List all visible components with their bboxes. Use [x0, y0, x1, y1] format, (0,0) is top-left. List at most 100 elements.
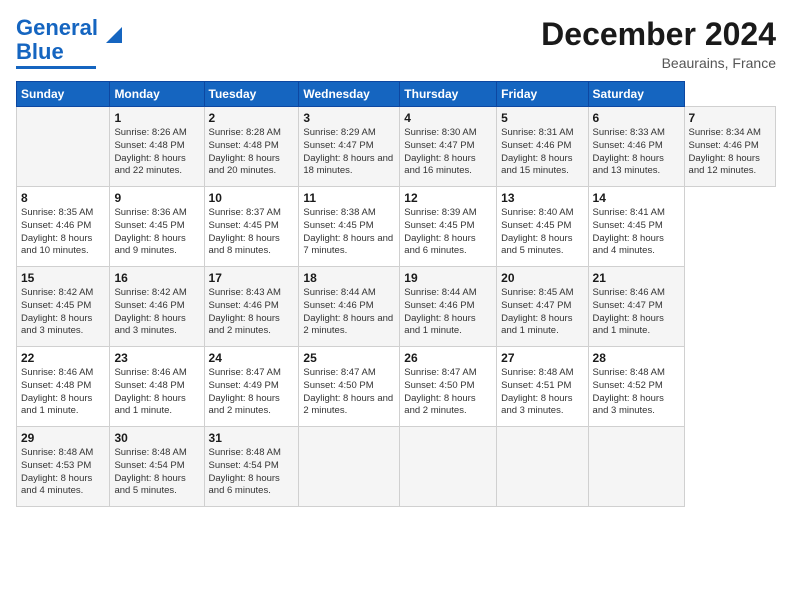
- day-info: Sunrise: 8:46 AMSunset: 4:48 PMDaylight:…: [21, 367, 105, 418]
- calendar-cell: 25 Sunrise: 8:47 AMSunset: 4:50 PMDayligh…: [299, 347, 400, 427]
- calendar-day-header: Monday: [110, 82, 204, 107]
- day-info: Sunrise: 8:42 AMSunset: 4:45 PMDaylight:…: [21, 287, 105, 338]
- day-number: 22: [21, 351, 105, 365]
- day-info: Sunrise: 8:42 AMSunset: 4:46 PMDaylight:…: [114, 287, 199, 338]
- day-info: Sunrise: 8:28 AMSunset: 4:48 PMDaylight:…: [209, 127, 295, 178]
- calendar-cell: 10 Sunrise: 8:37 AMSunset: 4:45 PMDayligh…: [204, 187, 299, 267]
- day-number: 27: [501, 351, 583, 365]
- day-number: 14: [593, 191, 680, 205]
- title-block: December 2024 Beaurains, France: [541, 16, 776, 71]
- day-number: 21: [593, 271, 680, 285]
- day-number: 29: [21, 431, 105, 445]
- calendar-week-row: 22 Sunrise: 8:46 AMSunset: 4:48 PMDayligh…: [17, 347, 776, 427]
- calendar-cell: 16 Sunrise: 8:42 AMSunset: 4:46 PMDayligh…: [110, 267, 204, 347]
- calendar-cell: [588, 427, 684, 507]
- day-info: Sunrise: 8:39 AMSunset: 4:45 PMDaylight:…: [404, 207, 492, 258]
- calendar-week-row: 8 Sunrise: 8:35 AMSunset: 4:46 PMDaylight…: [17, 187, 776, 267]
- calendar-cell: 26 Sunrise: 8:47 AMSunset: 4:50 PMDayligh…: [400, 347, 497, 427]
- calendar-cell: [497, 427, 588, 507]
- calendar-day-header: Tuesday: [204, 82, 299, 107]
- calendar-cell: 24Sunrise: 8:47 AMSunset: 4:49 PMDayligh…: [204, 347, 299, 427]
- day-number: 17: [209, 271, 295, 285]
- calendar-cell: 12 Sunrise: 8:39 AMSunset: 4:45 PMDayligh…: [400, 187, 497, 267]
- calendar-week-row: 1Sunrise: 8:26 AMSunset: 4:48 PMDaylight…: [17, 107, 776, 187]
- day-info: Sunrise: 8:35 AMSunset: 4:46 PMDaylight:…: [21, 207, 105, 258]
- calendar-cell: [17, 107, 110, 187]
- day-info: Sunrise: 8:47 AMSunset: 4:50 PMDaylight:…: [404, 367, 492, 418]
- day-number: 2: [209, 111, 295, 125]
- calendar-cell: 17 Sunrise: 8:43 AMSunset: 4:46 PMDayligh…: [204, 267, 299, 347]
- calendar-cell: 13 Sunrise: 8:40 AMSunset: 4:45 PMDayligh…: [497, 187, 588, 267]
- calendar-cell: 23Sunrise: 8:46 AMSunset: 4:48 PMDayligh…: [110, 347, 204, 427]
- day-number: 7: [689, 111, 771, 125]
- calendar-cell: 11Sunrise: 8:38 AMSunset: 4:45 PMDayligh…: [299, 187, 400, 267]
- calendar-cell: 15 Sunrise: 8:42 AMSunset: 4:45 PMDayligh…: [17, 267, 110, 347]
- calendar-cell: 14 Sunrise: 8:41 AMSunset: 4:45 PMDayligh…: [588, 187, 684, 267]
- calendar-week-row: 15 Sunrise: 8:42 AMSunset: 4:45 PMDayligh…: [17, 267, 776, 347]
- day-number: 6: [593, 111, 680, 125]
- day-number: 10: [209, 191, 295, 205]
- logo-underline: [16, 66, 96, 69]
- logo-icon: [100, 21, 128, 49]
- month-title: December 2024: [541, 16, 776, 53]
- calendar-cell: 4Sunrise: 8:30 AMSunset: 4:47 PMDaylight…: [400, 107, 497, 187]
- day-info: Sunrise: 8:48 AMSunset: 4:54 PMDaylight:…: [209, 447, 295, 498]
- calendar-cell: 29 Sunrise: 8:48 AMSunset: 4:53 PMDayligh…: [17, 427, 110, 507]
- calendar-cell: 18 Sunrise: 8:44 AMSunset: 4:46 PMDayligh…: [299, 267, 400, 347]
- day-info: Sunrise: 8:33 AMSunset: 4:46 PMDaylight:…: [593, 127, 680, 178]
- day-info: Sunrise: 8:48 AMSunset: 4:51 PMDaylight:…: [501, 367, 583, 418]
- day-number: 23: [114, 351, 199, 365]
- day-number: 19: [404, 271, 492, 285]
- day-info: Sunrise: 8:47 AMSunset: 4:50 PMDaylight:…: [303, 367, 395, 418]
- calendar-day-header: Saturday: [588, 82, 684, 107]
- calendar-cell: 5Sunrise: 8:31 AMSunset: 4:46 PMDaylight…: [497, 107, 588, 187]
- calendar-cell: 21 Sunrise: 8:46 AMSunset: 4:47 PMDayligh…: [588, 267, 684, 347]
- day-number: 8: [21, 191, 105, 205]
- day-info: Sunrise: 8:41 AMSunset: 4:45 PMDaylight:…: [593, 207, 680, 258]
- day-number: 13: [501, 191, 583, 205]
- page-container: General Blue December 2024 Beaurains, Fr…: [0, 0, 792, 515]
- calendar-cell: 28Sunrise: 8:48 AMSunset: 4:52 PMDayligh…: [588, 347, 684, 427]
- day-info: Sunrise: 8:40 AMSunset: 4:45 PMDaylight:…: [501, 207, 583, 258]
- logo: General Blue: [16, 16, 128, 69]
- day-info: Sunrise: 8:31 AMSunset: 4:46 PMDaylight:…: [501, 127, 583, 178]
- calendar-cell: [400, 427, 497, 507]
- calendar-cell: 19 Sunrise: 8:44 AMSunset: 4:46 PMDayligh…: [400, 267, 497, 347]
- calendar-cell: 3Sunrise: 8:29 AMSunset: 4:47 PMDaylight…: [299, 107, 400, 187]
- calendar-cell: 2 Sunrise: 8:28 AMSunset: 4:48 PMDaylight…: [204, 107, 299, 187]
- day-info: Sunrise: 8:47 AMSunset: 4:49 PMDaylight:…: [209, 367, 295, 418]
- day-number: 26: [404, 351, 492, 365]
- logo-text: General Blue: [16, 16, 98, 64]
- day-info: Sunrise: 8:44 AMSunset: 4:46 PMDaylight:…: [404, 287, 492, 338]
- day-number: 12: [404, 191, 492, 205]
- calendar-cell: 31 Sunrise: 8:48 AMSunset: 4:54 PMDayligh…: [204, 427, 299, 507]
- day-info: Sunrise: 8:36 AMSunset: 4:45 PMDaylight:…: [114, 207, 199, 258]
- calendar-cell: 30Sunrise: 8:48 AMSunset: 4:54 PMDayligh…: [110, 427, 204, 507]
- day-number: 30: [114, 431, 199, 445]
- day-info: Sunrise: 8:45 AMSunset: 4:47 PMDaylight:…: [501, 287, 583, 338]
- calendar-cell: 8 Sunrise: 8:35 AMSunset: 4:46 PMDaylight…: [17, 187, 110, 267]
- day-info: Sunrise: 8:43 AMSunset: 4:46 PMDaylight:…: [209, 287, 295, 338]
- day-number: 31: [209, 431, 295, 445]
- calendar-table: SundayMondayTuesdayWednesdayThursdayFrid…: [16, 81, 776, 507]
- day-info: Sunrise: 8:46 AMSunset: 4:47 PMDaylight:…: [593, 287, 680, 338]
- day-info: Sunrise: 8:44 AMSunset: 4:46 PMDaylight:…: [303, 287, 395, 338]
- calendar-cell: 22 Sunrise: 8:46 AMSunset: 4:48 PMDayligh…: [17, 347, 110, 427]
- day-number: 15: [21, 271, 105, 285]
- calendar-cell: 6 Sunrise: 8:33 AMSunset: 4:46 PMDaylight…: [588, 107, 684, 187]
- calendar-cell: 1Sunrise: 8:26 AMSunset: 4:48 PMDaylight…: [110, 107, 204, 187]
- day-number: 25: [303, 351, 395, 365]
- day-number: 9: [114, 191, 199, 205]
- day-number: 18: [303, 271, 395, 285]
- day-number: 16: [114, 271, 199, 285]
- day-info: Sunrise: 8:26 AMSunset: 4:48 PMDaylight:…: [114, 127, 199, 178]
- day-info: Sunrise: 8:30 AMSunset: 4:47 PMDaylight:…: [404, 127, 492, 178]
- day-info: Sunrise: 8:38 AMSunset: 4:45 PMDaylight:…: [303, 207, 395, 258]
- day-info: Sunrise: 8:37 AMSunset: 4:45 PMDaylight:…: [209, 207, 295, 258]
- calendar-day-header: Friday: [497, 82, 588, 107]
- day-info: Sunrise: 8:48 AMSunset: 4:53 PMDaylight:…: [21, 447, 105, 498]
- calendar-week-row: 29 Sunrise: 8:48 AMSunset: 4:53 PMDayligh…: [17, 427, 776, 507]
- day-info: Sunrise: 8:29 AMSunset: 4:47 PMDaylight:…: [303, 127, 395, 178]
- location: Beaurains, France: [541, 55, 776, 71]
- day-number: 20: [501, 271, 583, 285]
